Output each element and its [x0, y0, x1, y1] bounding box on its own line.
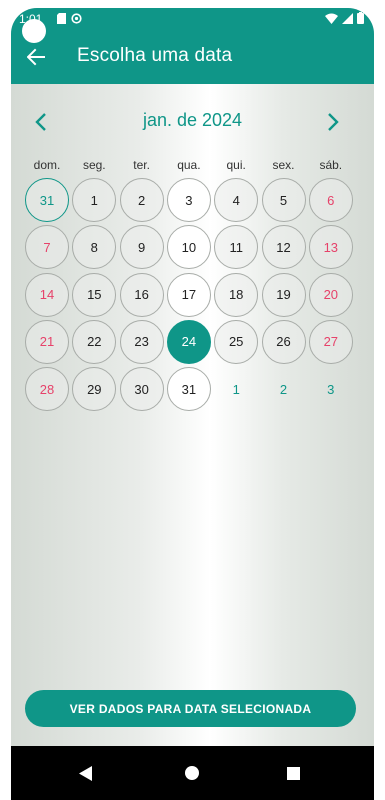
calendar-day[interactable]: 16 [119, 272, 164, 317]
sync-icon [71, 13, 82, 24]
calendar-day[interactable]: 14 [25, 272, 69, 317]
calendar-grid: 31 1 2 3 4 5 6 7 8 9 10 11 12 13 14 15 16 17 18 19 20 21 22 23 2… [25, 178, 355, 418]
calendar-day[interactable]: 8 [72, 225, 117, 270]
camera-cutout [22, 19, 46, 43]
calendar-day[interactable]: 1 [214, 367, 258, 411]
system-home-button[interactable] [181, 762, 203, 784]
sim-card-icon [57, 13, 66, 24]
weekday-label: dom. [33, 158, 61, 172]
weekday-header: dom. seg. ter. qua. qui. sex. sáb. [25, 158, 355, 174]
arrow-left-icon [27, 48, 45, 66]
calendar-day[interactable]: 2 [262, 367, 306, 411]
next-month-button[interactable] [319, 108, 347, 136]
calendar-day[interactable]: 19 [261, 272, 306, 317]
phone-screen: 1:01 Escolha uma data jan. de 2024 [11, 8, 374, 800]
chevron-right-icon [328, 113, 339, 131]
calendar-day[interactable]: 24 [166, 319, 211, 364]
calendar-day[interactable]: 29 [72, 367, 117, 412]
back-button[interactable] [23, 44, 49, 70]
calendar-content: jan. de 2024 dom. seg. ter. qua. qui. sex. sáb… [11, 84, 374, 746]
app-bar: Escolha uma data [11, 30, 374, 84]
weekday-label: ter. [133, 158, 150, 172]
calendar-day[interactable]: 7 [25, 225, 69, 270]
calendar-day[interactable]: 3 [309, 367, 353, 411]
calendar-day[interactable]: 2 [119, 178, 164, 222]
weekday-label: sex. [272, 158, 295, 172]
calendar-day[interactable]: 23 [119, 319, 164, 364]
battery-icon [357, 12, 364, 24]
weekday-label: qua. [177, 158, 201, 172]
page-title: Escolha uma data [77, 45, 233, 66]
triangle-back-icon [79, 765, 92, 781]
calendar-day[interactable]: 25 [214, 319, 259, 364]
calendar-day[interactable]: 27 [308, 319, 353, 364]
calendar-day[interactable]: 5 [261, 178, 306, 222]
calendar-day[interactable]: 13 [308, 225, 353, 270]
calendar-day[interactable]: 10 [166, 225, 211, 270]
calendar-day[interactable]: 12 [261, 225, 306, 270]
calendar-day[interactable]: 31 [166, 367, 211, 412]
calendar-day[interactable]: 9 [119, 225, 164, 270]
weekday-label: seg. [82, 158, 106, 172]
calendar-day[interactable]: 30 [119, 367, 164, 412]
weekday-label: qui. [226, 158, 246, 172]
weekday-label: sáb. [319, 158, 343, 172]
square-recents-icon [286, 766, 300, 780]
calendar-day[interactable]: 26 [261, 319, 306, 364]
calendar-day[interactable]: 11 [214, 225, 259, 270]
calendar-day[interactable]: 4 [214, 178, 259, 222]
status-icons [325, 12, 364, 24]
system-recents-button[interactable] [282, 762, 304, 784]
view-data-button[interactable]: VER DADOS PARA DATA SELECIONADA [25, 690, 356, 727]
signal-icon [342, 12, 353, 24]
calendar-day[interactable]: 21 [25, 319, 69, 364]
calendar-day[interactable]: 20 [308, 272, 353, 317]
system-navigation-bar [11, 746, 374, 800]
system-back-button[interactable] [75, 762, 97, 784]
calendar-day[interactable]: 31 [25, 178, 69, 222]
circle-home-icon [185, 766, 199, 780]
wifi-icon [325, 13, 338, 24]
calendar-day[interactable]: 1 [72, 178, 117, 222]
calendar-day[interactable]: 22 [72, 319, 117, 364]
calendar-day[interactable]: 3 [166, 178, 211, 222]
calendar-day[interactable]: 28 [25, 367, 69, 412]
status-bar: 1:01 [11, 8, 374, 30]
calendar-day[interactable]: 15 [72, 272, 117, 317]
calendar-day[interactable]: 6 [308, 178, 353, 222]
calendar-day[interactable]: 17 [166, 272, 211, 317]
calendar-day[interactable]: 18 [214, 272, 259, 317]
month-navigation: jan. de 2024 [11, 106, 374, 136]
